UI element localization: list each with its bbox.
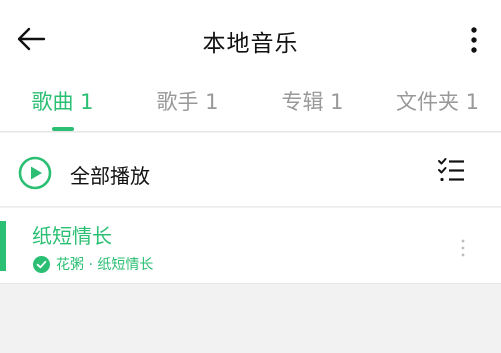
play-circle-icon[interactable] (18, 156, 52, 190)
tab-songs[interactable]: 歌曲 1 (0, 86, 125, 116)
app-header: 本地音乐 (0, 0, 501, 78)
song-subtitle: 花粥 · 纸短情长 (33, 254, 153, 274)
multi-select-list-icon[interactable] (437, 157, 465, 183)
song-title: 纸短情长 (32, 224, 112, 248)
check-circle-icon (33, 255, 50, 273)
tab-albums[interactable]: 专辑 1 (250, 86, 375, 116)
song-more-button[interactable] (458, 238, 468, 258)
more-options-button[interactable] (461, 22, 487, 58)
now-playing-indicator (0, 221, 6, 271)
local-music-screen: 本地音乐 歌曲 1 歌手 1 专辑 1 文件夹 1 全部播放 纸短情长 花粥 ·… (0, 0, 501, 353)
song-list-item[interactable]: 纸短情长 花粥 · 纸短情长 (0, 208, 501, 284)
tab-artists[interactable]: 歌手 1 (125, 86, 250, 116)
play-all-row[interactable]: 全部播放 (0, 133, 501, 207)
play-all-label[interactable]: 全部播放 (70, 160, 150, 189)
more-vertical-icon (461, 239, 465, 257)
more-vertical-icon (471, 27, 477, 53)
page-title: 本地音乐 (202, 31, 299, 57)
active-tab-indicator (52, 127, 74, 131)
tab-folders[interactable]: 文件夹 1 (375, 86, 500, 116)
song-artist-album: 花粥 · 纸短情长 (56, 257, 154, 273)
tab-bar: 歌曲 1 歌手 1 专辑 1 文件夹 1 (0, 78, 501, 132)
